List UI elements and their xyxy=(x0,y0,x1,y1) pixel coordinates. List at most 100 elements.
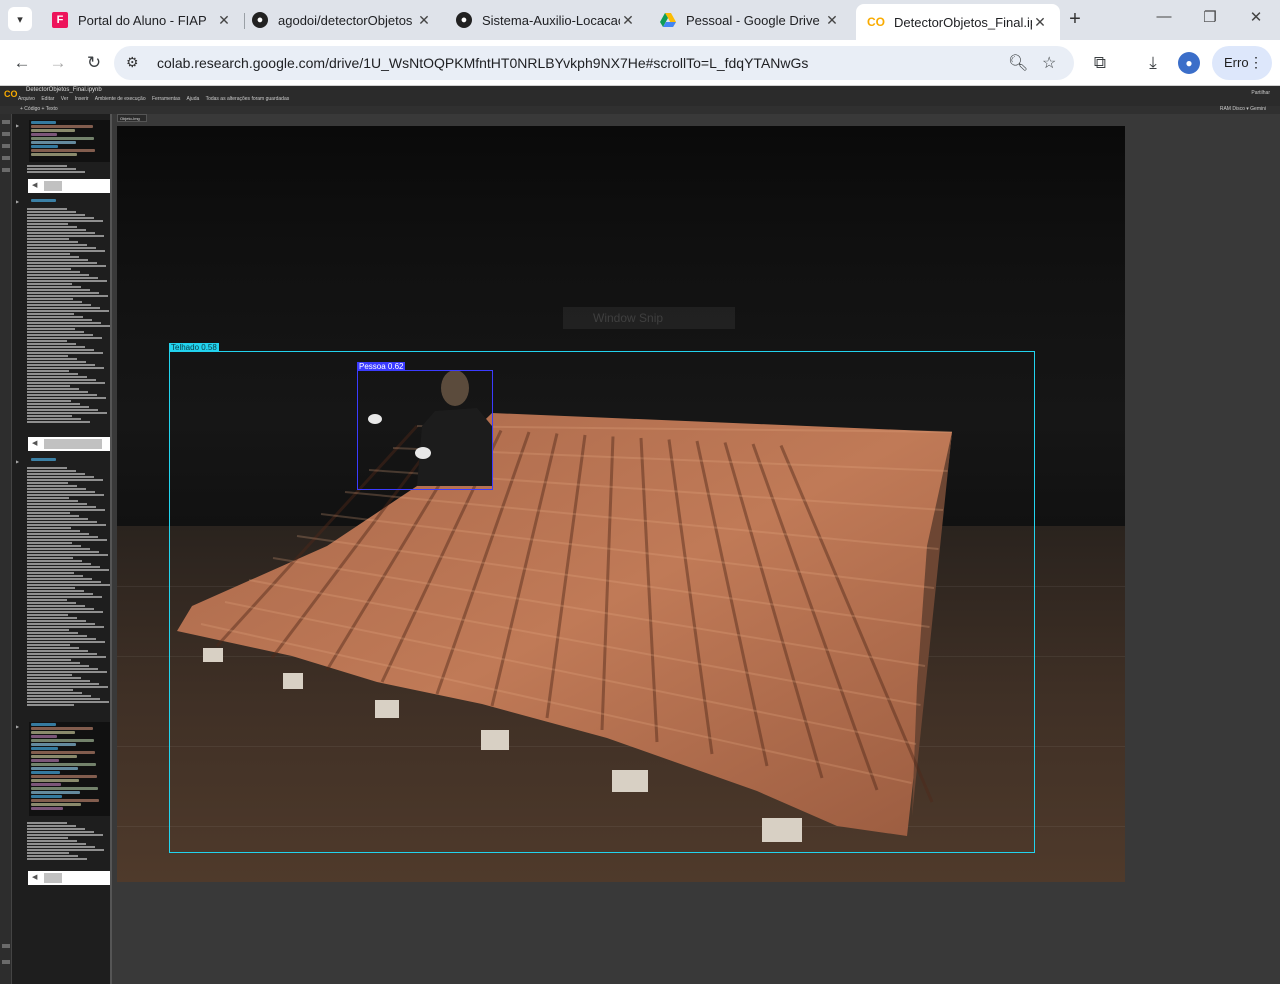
cell-run-button[interactable]: ▶ xyxy=(16,199,26,204)
notebook-title[interactable]: DetectorObjetos_Final.ipynb xyxy=(26,87,102,93)
menu-ambiente[interactable]: Ambiente de execução xyxy=(95,96,146,102)
profile-error-button[interactable]: Erro ⋮ xyxy=(1212,46,1272,80)
code-line xyxy=(31,129,75,132)
tab-search-button[interactable]: ▾ xyxy=(8,7,32,31)
new-tab-button[interactable]: + xyxy=(1064,8,1086,30)
tab-google-drive[interactable]: Pessoal - Google Drive ✕ xyxy=(648,5,852,35)
close-window-button[interactable]: ✕ xyxy=(1233,8,1279,32)
output-line xyxy=(27,397,106,399)
close-tab-icon[interactable]: ✕ xyxy=(216,12,232,29)
scroll-thumb[interactable] xyxy=(44,873,62,883)
url-text[interactable]: colab.research.google.com/drive/1U_WsNtO… xyxy=(157,55,808,71)
output-line xyxy=(27,584,110,586)
code-cell[interactable] xyxy=(29,722,110,816)
console-icon[interactable] xyxy=(2,960,10,964)
restore-button[interactable]: ❐ xyxy=(1187,8,1233,32)
site-settings-icon[interactable]: ⚙ xyxy=(126,54,139,71)
output-line xyxy=(27,349,94,351)
scroll-left-icon[interactable]: ◀ xyxy=(32,439,37,447)
tab-github-detector[interactable]: ● agodoi/detectorObjetos ✕ xyxy=(240,5,444,35)
close-tab-icon[interactable]: ✕ xyxy=(824,12,840,29)
menu-ajuda[interactable]: Ajuda xyxy=(186,96,199,102)
cell-output xyxy=(27,821,110,861)
reload-button[interactable]: ↻ xyxy=(82,51,106,75)
menu-dots-icon[interactable]: ⋮ xyxy=(1249,54,1263,71)
address-bar[interactable]: ⚙ colab.research.google.com/drive/1U_WsN… xyxy=(114,46,1074,80)
google-drive-icon xyxy=(660,12,676,28)
output-line xyxy=(27,683,99,685)
menu-ferramentas[interactable]: Ferramentas xyxy=(152,96,180,102)
minimize-button[interactable]: — xyxy=(1141,8,1187,32)
back-button[interactable]: ← xyxy=(10,51,34,75)
toc-icon[interactable] xyxy=(2,120,10,124)
menu-ver[interactable]: Ver xyxy=(61,96,69,102)
share-button[interactable]: Partilhar xyxy=(1251,90,1270,96)
files-icon[interactable] xyxy=(2,168,10,172)
output-scrollbar[interactable]: ◀ xyxy=(28,179,110,193)
output-line xyxy=(27,647,79,649)
output-line xyxy=(27,656,106,658)
output-line xyxy=(27,506,96,508)
terminal-icon[interactable] xyxy=(2,944,10,948)
tab-colab-notebook[interactable]: CO DetectorObjetos_Final.ipynb ✕ xyxy=(856,4,1060,40)
output-line xyxy=(27,265,106,267)
telhado-label: Telhado 0.58 xyxy=(169,343,219,352)
output-line xyxy=(27,605,85,607)
colab-logo[interactable]: CO xyxy=(4,89,18,99)
forward-button[interactable]: → xyxy=(46,51,70,75)
output-line xyxy=(27,292,99,294)
output-line xyxy=(27,286,81,288)
tab-portal-aluno[interactable]: F Portal do Aluno - FIAP ✕ xyxy=(40,5,244,35)
cell-run-button[interactable]: ▶ xyxy=(16,724,26,729)
code-line xyxy=(31,153,77,156)
close-tab-icon[interactable]: ✕ xyxy=(620,12,636,29)
extensions-button[interactable]: ⧉ xyxy=(1088,51,1112,75)
close-tab-icon[interactable]: ✕ xyxy=(416,12,432,29)
plus-icon: + xyxy=(1069,8,1081,30)
profile-avatar[interactable]: ● xyxy=(1178,52,1200,74)
output-line xyxy=(27,548,90,550)
code-line xyxy=(31,771,60,774)
output-line xyxy=(27,229,86,231)
code-line xyxy=(31,795,62,798)
scroll-left-icon[interactable]: ◀ xyxy=(32,181,37,189)
output-line xyxy=(27,668,98,670)
code-cell[interactable] xyxy=(29,457,110,463)
zoom-icon[interactable]: 🔍︎ xyxy=(1008,53,1028,73)
scroll-thumb[interactable] xyxy=(44,439,102,449)
bookmark-star-icon[interactable]: ☆ xyxy=(1042,53,1056,73)
menu-editar[interactable]: Editar xyxy=(41,96,54,102)
output-line xyxy=(27,391,88,393)
scroll-left-icon[interactable]: ◀ xyxy=(32,873,37,881)
downloads-button[interactable]: ⤓ xyxy=(1141,51,1165,75)
secrets-icon[interactable] xyxy=(2,156,10,160)
cell-run-button[interactable]: ▶ xyxy=(16,459,26,464)
output-scrollbar[interactable]: ◀ xyxy=(28,437,110,451)
code-cell[interactable] xyxy=(29,120,110,162)
output-line xyxy=(27,220,103,222)
scroll-thumb[interactable] xyxy=(44,181,62,191)
tab-github-sistema[interactable]: ● Sistema-Auxilio-Locacao ✕ xyxy=(444,5,648,35)
output-scrollbar[interactable]: ◀ xyxy=(28,871,110,885)
close-tab-icon[interactable]: ✕ xyxy=(1032,14,1048,31)
menu-arquivo[interactable]: Arquivo xyxy=(18,96,35,102)
search-icon[interactable] xyxy=(2,132,10,136)
runtime-status[interactable]: RAM Disco ▾ Gemini xyxy=(1220,106,1266,112)
output-line xyxy=(27,852,69,854)
output-line xyxy=(27,280,107,282)
output-tab[interactable]: Objeto-Img xyxy=(117,114,147,122)
output-line xyxy=(27,855,78,857)
menu-inserir[interactable]: Inserir xyxy=(75,96,89,102)
add-cell-buttons[interactable]: + Código + Texto xyxy=(20,106,58,112)
output-line xyxy=(27,352,103,354)
output-line xyxy=(27,473,85,475)
detection-output-image: Window Snip Telhado 0.58 Pessoa 0.62 xyxy=(117,126,1125,882)
code-snippets-icon[interactable] xyxy=(2,144,10,148)
code-cell[interactable] xyxy=(29,198,110,204)
cell-run-button[interactable]: ▶ xyxy=(16,123,26,128)
output-line xyxy=(27,828,85,830)
output-line xyxy=(27,590,84,592)
colab-menu-bar: Arquivo Editar Ver Inserir Ambiente de e… xyxy=(18,96,294,102)
output-line xyxy=(27,674,72,676)
output-line xyxy=(27,409,98,411)
